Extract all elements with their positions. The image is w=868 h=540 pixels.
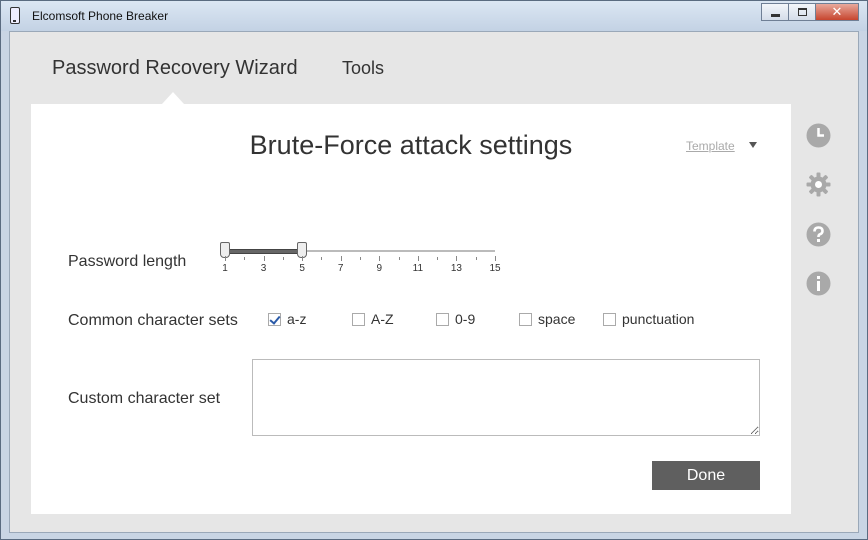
minimize-button[interactable] (761, 3, 788, 21)
info-icon-svg (806, 271, 831, 296)
page-title: Brute-Force attack settings (249, 130, 573, 160)
slider-tick (360, 257, 361, 260)
checkbox-label: a-z (287, 311, 307, 327)
slider-tick (321, 257, 323, 260)
app-window: Elcomsoft Phone Breaker ✕ Password Recov… (0, 0, 868, 540)
custom-charset-input[interactable] (252, 359, 760, 436)
slider-tick (340, 256, 342, 261)
checkbox-box[interactable] (352, 312, 365, 326)
slider-tick-label: 3 (260, 263, 267, 274)
character-sets-label: Common character sets (68, 312, 238, 329)
slider-tick (495, 256, 496, 261)
done-button[interactable]: Done (652, 461, 760, 490)
slider-tick (263, 256, 265, 261)
close-button[interactable]: ✕ (815, 3, 859, 21)
slider-tick-label: 7 (337, 263, 344, 274)
checkbox-box[interactable] (436, 312, 449, 326)
slider-tick (417, 256, 419, 261)
slider-tick-label: 13 (450, 263, 462, 274)
checkbox-label: A-Z (371, 311, 394, 327)
slider-tick (437, 257, 439, 260)
gear-icon[interactable] (806, 172, 831, 197)
active-tab-pointer (162, 92, 184, 104)
slider-tick-label: 11 (412, 263, 424, 274)
maximize-icon (797, 8, 807, 16)
checkbox-a-z[interactable]: a-z (268, 311, 306, 327)
checkbox-box[interactable] (268, 312, 281, 326)
slider-tick-label: 1 (222, 263, 228, 274)
help-icon-svg (806, 222, 831, 247)
slider-tick (282, 257, 284, 260)
slider-tick (379, 256, 381, 261)
title-bar[interactable]: Elcomsoft Phone Breaker ✕ (1, 1, 867, 31)
info-icon[interactable] (806, 271, 831, 296)
template-dropdown[interactable]: Template (686, 139, 735, 153)
slider-tick (398, 257, 400, 260)
password-length-label: Password length (68, 253, 187, 270)
clock-icon[interactable] (806, 123, 831, 148)
checkbox-box[interactable] (519, 312, 532, 326)
checkbox-box[interactable] (603, 312, 616, 326)
clock-icon-svg (806, 123, 831, 148)
checkbox-label: space (538, 311, 576, 327)
close-icon: ✕ (831, 4, 843, 19)
client-area: Password Recovery Wizard Tools Brute-For… (9, 31, 859, 533)
custom-charset-label: Custom character set (68, 390, 221, 407)
slider-tick (475, 257, 477, 260)
slider-tick-label: 9 (376, 263, 383, 274)
password-length-slider[interactable]: 1 3 5 7 9 11 13 15 (220, 242, 501, 286)
window-title: Elcomsoft Phone Breaker (32, 9, 169, 23)
window-controls: ✕ (761, 3, 859, 21)
checkbox-label: 0-9 (455, 311, 476, 327)
checkbox-space[interactable]: space (519, 311, 575, 327)
minimize-icon (770, 13, 780, 17)
checkbox-0-9[interactable]: 0-9 (436, 311, 475, 327)
gear-icon-svg (806, 172, 831, 197)
slider-tick (456, 256, 458, 261)
slider-tick (225, 256, 226, 261)
slider-tick (302, 256, 304, 261)
maximize-button[interactable] (788, 3, 815, 21)
chevron-down-icon[interactable] (749, 142, 757, 148)
slider-tick (244, 257, 246, 260)
tab-tools[interactable]: Tools (342, 58, 384, 79)
slider-tick-label: 15 (489, 263, 501, 274)
help-icon[interactable] (806, 222, 831, 247)
slider-tick-label: 5 (299, 263, 305, 274)
slider-selected-range (225, 249, 303, 254)
checkbox-uppercase-a-z[interactable]: A-Z (352, 311, 394, 327)
checkbox-punctuation[interactable]: punctuation (603, 311, 694, 327)
checkbox-label: punctuation (622, 311, 695, 327)
settings-panel: Brute-Force attack settings Template Pas… (31, 104, 791, 514)
tab-password-recovery-wizard[interactable]: Password Recovery Wizard (52, 57, 298, 80)
phone-icon (10, 7, 20, 24)
